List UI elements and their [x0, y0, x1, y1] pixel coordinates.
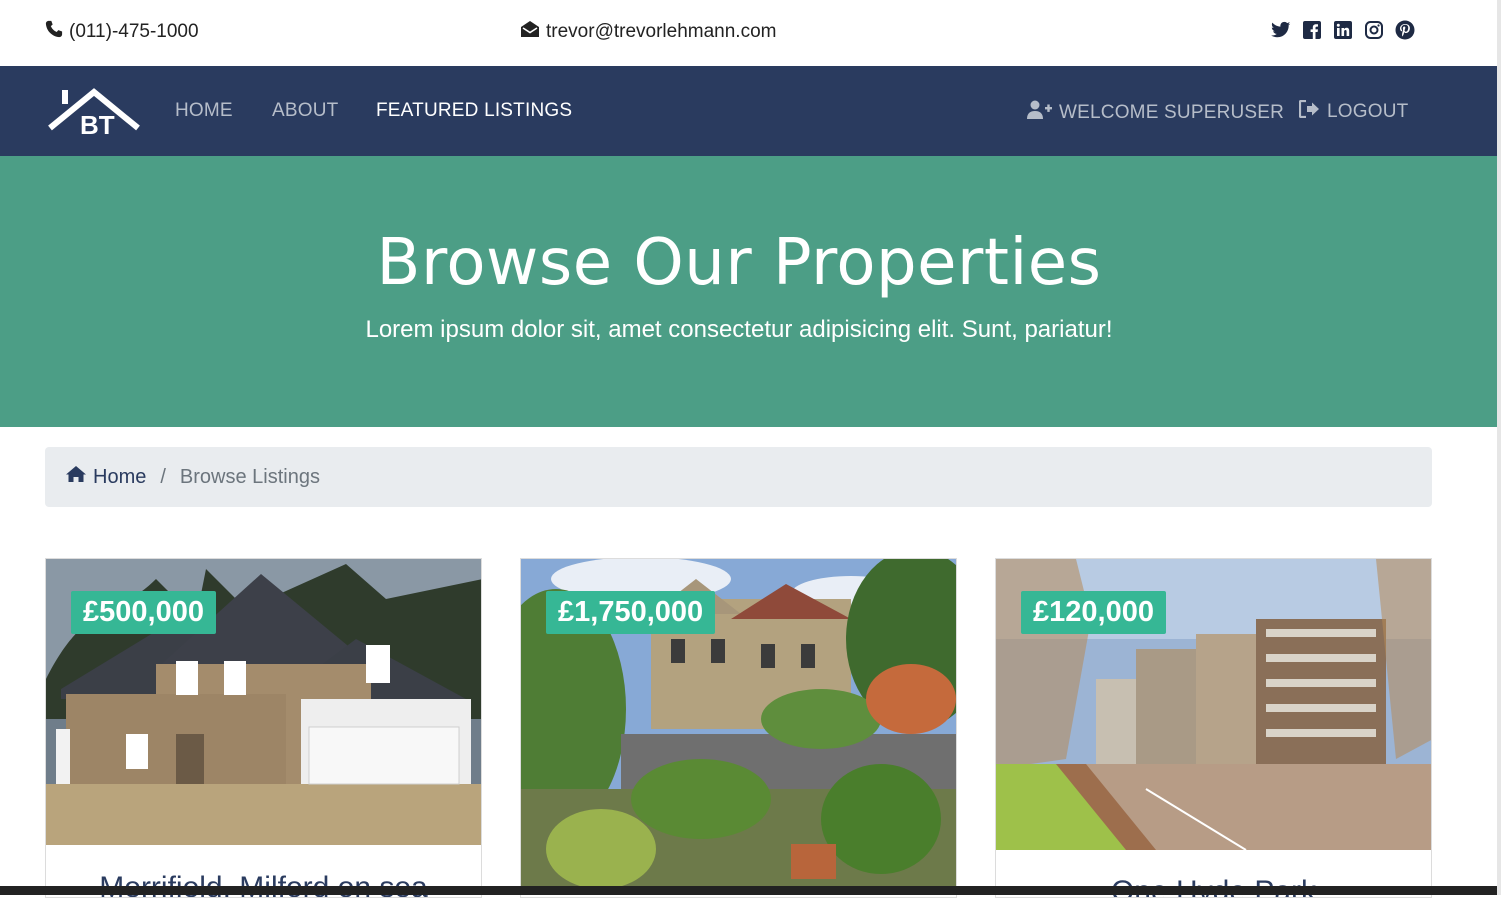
phone-number: (011)-475-1000: [69, 21, 199, 42]
envelope-open-icon: [520, 20, 540, 44]
pinterest-icon[interactable]: [1395, 20, 1415, 40]
twitter-icon[interactable]: [1271, 20, 1291, 40]
listing-price: £120,000: [1021, 591, 1166, 634]
email-address: trevor@trevorlehmann.com: [546, 21, 777, 42]
sign-out-icon: [1298, 99, 1321, 124]
breadcrumb-separator: /: [160, 465, 166, 488]
facebook-icon[interactable]: [1302, 20, 1322, 40]
phone-contact: (011)-475-1000: [45, 20, 199, 44]
breadcrumb-home[interactable]: Home: [65, 465, 146, 489]
listing-card[interactable]: £120,000 One Hyde Park: [995, 558, 1432, 898]
listing-price: £1,750,000: [546, 591, 716, 634]
site-logo[interactable]: BT: [48, 84, 140, 140]
logout-label: LOGOUT: [1327, 101, 1409, 122]
listing-card[interactable]: £1,750,000: [520, 558, 957, 898]
linkedin-icon[interactable]: [1333, 20, 1353, 40]
breadcrumb-home-label: Home: [93, 465, 147, 488]
instagram-icon[interactable]: [1364, 20, 1384, 40]
hero-title: Browse Our Properties: [376, 226, 1102, 300]
nav-home[interactable]: HOME: [175, 100, 233, 122]
home-icon: [65, 465, 87, 489]
social-links: [1271, 20, 1415, 40]
phone-icon: [45, 20, 63, 44]
top-contact-bar: (011)-475-1000 trevor@trevorlehmann.com: [0, 0, 1501, 66]
nav-about[interactable]: ABOUT: [272, 100, 338, 122]
main-navbar: BT HOME ABOUT FEATURED LISTINGS WELCOME …: [0, 66, 1501, 156]
logout-link[interactable]: LOGOUT: [1298, 99, 1409, 124]
welcome-label: WELCOME SUPERUSER: [1059, 102, 1285, 123]
listing-card[interactable]: £500,000 Merrifield, Milford on sea: [45, 558, 482, 898]
welcome-user-link[interactable]: WELCOME SUPERUSER: [1027, 100, 1284, 126]
email-contact: trevor@trevorlehmann.com: [520, 20, 776, 44]
breadcrumb: Home / Browse Listings: [45, 447, 1432, 507]
listing-price: £500,000: [71, 591, 216, 634]
vertical-scrollbar[interactable]: [1497, 0, 1501, 895]
hero-subtitle: Lorem ipsum dolor sit, amet consectetur …: [365, 316, 1113, 343]
hero-banner: Browse Our Properties Lorem ipsum dolor …: [0, 156, 1501, 427]
nav-featured-listings[interactable]: FEATURED LISTINGS: [376, 100, 572, 122]
bottom-window-edge: [0, 886, 1501, 895]
svg-text:BT: BT: [80, 110, 115, 138]
user-plus-icon: [1027, 100, 1053, 126]
breadcrumb-current: Browse Listings: [179, 465, 320, 488]
